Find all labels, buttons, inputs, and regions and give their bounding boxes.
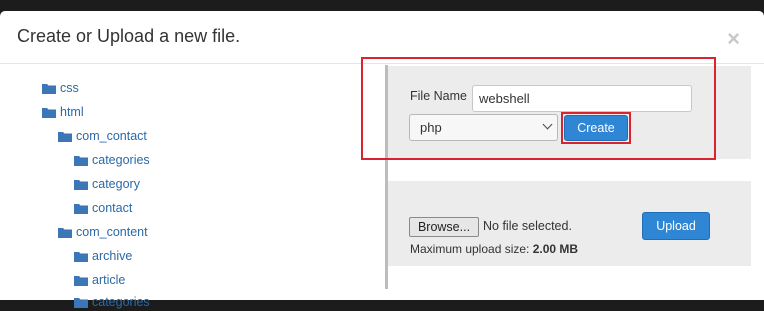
- folder-open-icon: [58, 227, 72, 238]
- tree-item-label: article: [92, 273, 126, 287]
- max-upload-size-value: 2.00 MB: [532, 242, 579, 256]
- folder-icon: [42, 83, 56, 94]
- tree-item-label: categories: [92, 153, 150, 167]
- tree-item-com-contact[interactable]: com_contact: [58, 127, 147, 145]
- tree-item-label: contact: [92, 201, 133, 215]
- tree-item-label: com_content: [76, 225, 148, 239]
- tree-item-label: archive: [92, 249, 133, 263]
- tree-item-label: com_contact: [76, 129, 147, 143]
- no-file-selected-text: No file selected.: [483, 219, 572, 233]
- tree-item-archive[interactable]: archive: [74, 247, 132, 265]
- highlight-box-create-button: [561, 112, 631, 144]
- highlight-box-create-form: [361, 57, 716, 160]
- tree-item-html[interactable]: html: [42, 103, 84, 121]
- tree-item-category[interactable]: category: [74, 175, 140, 193]
- browse-button[interactable]: Browse...: [409, 217, 479, 237]
- max-upload-size-label: Maximum upload size:: [410, 242, 533, 256]
- tree-item-label: html: [60, 105, 84, 119]
- folder-open-icon: [42, 107, 56, 118]
- upload-button[interactable]: Upload: [642, 212, 710, 240]
- folder-icon: [74, 275, 88, 286]
- folder-icon: [74, 155, 88, 166]
- tree-item-article[interactable]: article: [74, 271, 125, 289]
- dialog-title: Create or Upload a new file.: [17, 26, 241, 46]
- folder-open-icon: [58, 131, 72, 142]
- close-icon[interactable]: ×: [727, 28, 740, 50]
- folder-icon: [74, 251, 88, 262]
- folder-icon: [74, 203, 88, 214]
- max-upload-size: Maximum upload size: 2.00 MB: [410, 242, 578, 256]
- folder-icon: [74, 179, 88, 190]
- tree-item-label: css: [60, 81, 79, 95]
- tree-item-categories[interactable]: categories: [74, 151, 150, 169]
- tree-item-categories-partial[interactable]: categories: [74, 293, 150, 311]
- tree-item-contact[interactable]: contact: [74, 199, 132, 217]
- tree-item-label: category: [92, 177, 140, 191]
- tree-item-com-content[interactable]: com_content: [58, 223, 148, 241]
- tree-item-label: categories: [92, 295, 150, 309]
- tree-item-css[interactable]: css: [42, 79, 79, 97]
- folder-icon: [74, 297, 88, 308]
